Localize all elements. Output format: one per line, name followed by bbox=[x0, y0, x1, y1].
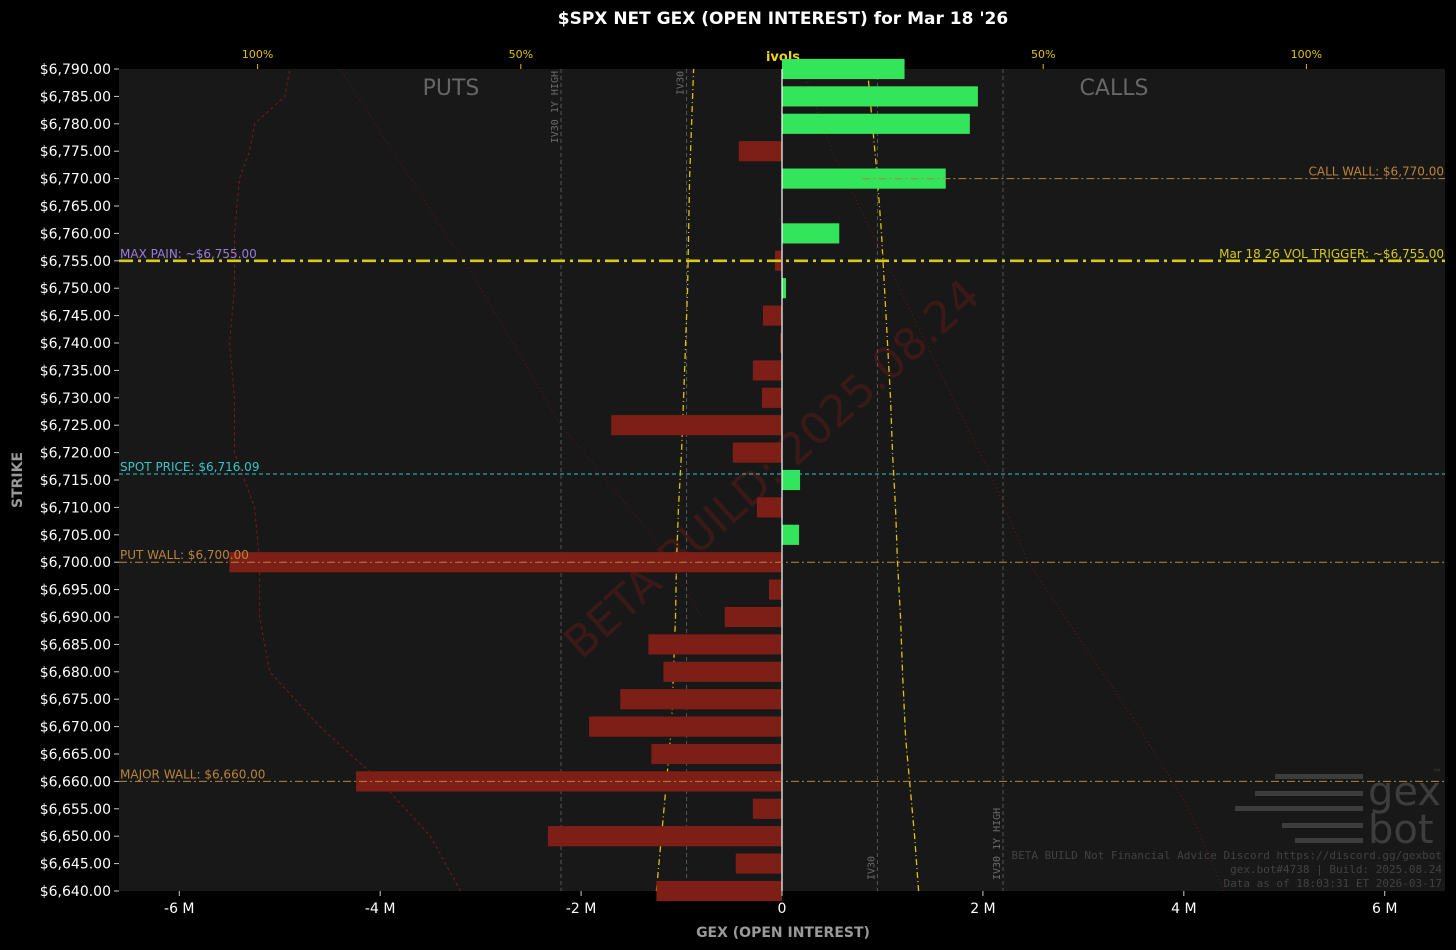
top-tick-label: 50% bbox=[1031, 48, 1055, 61]
gex-bar-6715 bbox=[782, 469, 801, 491]
vertical-marker-label-2: IV30 bbox=[676, 71, 687, 95]
x-axis-label: GEX (OPEN INTEREST) bbox=[696, 925, 870, 941]
level-label-spot-price: SPOT PRICE: $6,716.09 bbox=[120, 460, 259, 474]
x-tick-label: 0 bbox=[778, 901, 787, 917]
logo-stripe-2 bbox=[1255, 791, 1363, 796]
y-tick-label: $6,700.00 bbox=[40, 555, 111, 571]
gex-bar-6665 bbox=[651, 743, 782, 765]
gex-bar-6670 bbox=[589, 716, 782, 737]
gex-bar-6650 bbox=[547, 826, 782, 847]
y-tick-label: $6,645.00 bbox=[40, 857, 111, 873]
calls-label: CALLS bbox=[1080, 76, 1149, 101]
level-label-major-wall: MAJOR WALL: $6,660.00 bbox=[120, 767, 265, 781]
gex-bar-6690 bbox=[724, 606, 782, 628]
gex-bar-6720 bbox=[732, 442, 782, 463]
y-tick-label: $6,755.00 bbox=[40, 254, 111, 270]
logo-trademark: ™ bbox=[1432, 768, 1442, 779]
y-tick-label: $6,660.00 bbox=[40, 774, 111, 790]
gex-chart: $SPX NET GEX (OPEN INTEREST) for Mar 18 … bbox=[0, 0, 1456, 950]
level-label-put-wall: PUT WALL: $6,700.00 bbox=[120, 548, 249, 562]
y-tick-label: $6,655.00 bbox=[40, 802, 111, 818]
y-tick-label: $6,745.00 bbox=[40, 309, 111, 325]
top-tick-label: 100% bbox=[242, 48, 273, 61]
y-tick-label: $6,670.00 bbox=[40, 720, 111, 736]
y-tick-label: $6,765.00 bbox=[40, 199, 111, 215]
y-tick-label: $6,775.00 bbox=[40, 144, 111, 160]
gex-bar-6750 bbox=[782, 278, 787, 299]
vertical-marker-label-3: IV30 bbox=[866, 856, 877, 880]
gex-bar-6695 bbox=[768, 579, 782, 600]
gex-bar-6685 bbox=[648, 634, 782, 655]
y-tick-label: $6,785.00 bbox=[40, 89, 111, 105]
gex-bar-6790 bbox=[782, 58, 905, 80]
x-tick-label: 6 M bbox=[1372, 901, 1397, 917]
y-tick-label: $6,715.00 bbox=[40, 473, 111, 489]
y-tick-label: $6,665.00 bbox=[40, 747, 111, 763]
top-tick-label: 50% bbox=[509, 48, 533, 61]
y-tick-label: $6,770.00 bbox=[40, 172, 111, 188]
y-tick-label: $6,760.00 bbox=[40, 226, 111, 242]
y-tick-label: $6,695.00 bbox=[40, 583, 111, 599]
gex-bar-6705 bbox=[782, 524, 800, 545]
y-tick-label: $6,640.00 bbox=[40, 884, 111, 900]
y-tick-label: $6,705.00 bbox=[40, 528, 111, 544]
gex-bar-6735 bbox=[752, 360, 782, 381]
x-tick-label: -4 M bbox=[365, 901, 396, 917]
gex-bar-6645 bbox=[735, 853, 782, 874]
footer-line-1: BETA BUILD Not Financial Advice Discord … bbox=[1012, 849, 1442, 862]
y-tick-label: $6,790.00 bbox=[40, 62, 111, 78]
y-axis-label: STRIKE bbox=[10, 452, 26, 508]
y-tick-label: $6,735.00 bbox=[40, 363, 111, 379]
logo-stripe-5 bbox=[1295, 838, 1363, 843]
y-tick-label: $6,720.00 bbox=[40, 446, 111, 462]
y-tick-label: $6,680.00 bbox=[40, 665, 111, 681]
logo-stripe-1 bbox=[1275, 774, 1363, 779]
y-tick-label: $6,690.00 bbox=[40, 610, 111, 626]
y-tick-label: $6,675.00 bbox=[40, 692, 111, 708]
level-label-call-wall: CALL WALL: $6,770.00 bbox=[1309, 165, 1445, 179]
x-tick-label: -2 M bbox=[566, 901, 597, 917]
gex-bar-6745 bbox=[762, 305, 782, 326]
footer-line-3: Data as of 18:03:31 ET 2026-03-17 bbox=[1223, 877, 1442, 890]
vertical-marker-label-1: IV30 1Y HIGH bbox=[992, 808, 1003, 880]
footer-line-2: gex.bot#4738 | Build: 2025.08.24 bbox=[1230, 863, 1442, 876]
y-tick-label: $6,750.00 bbox=[40, 281, 111, 297]
top-tick-label: 100% bbox=[1291, 48, 1322, 61]
y-tick-label: $6,730.00 bbox=[40, 391, 111, 407]
y-tick-label: $6,725.00 bbox=[40, 418, 111, 434]
chart-title: $SPX NET GEX (OPEN INTEREST) for Mar 18 … bbox=[558, 9, 1008, 29]
logo-stripe-4 bbox=[1282, 823, 1363, 828]
x-tick-label: 4 M bbox=[1171, 901, 1196, 917]
gex-bar-6710 bbox=[756, 497, 782, 518]
puts-label: PUTS bbox=[423, 76, 480, 101]
gex-bar-6640 bbox=[656, 880, 782, 902]
logo-text-bot: bot bbox=[1368, 807, 1434, 853]
gex-bar-6725 bbox=[611, 415, 782, 436]
gex-bar-6675 bbox=[620, 689, 782, 710]
level-label-vol-trigger: Mar 18 26 VOL TRIGGER: ~$6,755.00 bbox=[1219, 247, 1444, 261]
x-tick-label: -6 M bbox=[164, 901, 195, 917]
x-tick-label: 2 M bbox=[970, 901, 995, 917]
y-tick-label: $6,740.00 bbox=[40, 336, 111, 352]
y-tick-label: $6,710.00 bbox=[40, 500, 111, 516]
y-tick-label: $6,650.00 bbox=[40, 829, 111, 845]
gex-bar-6780 bbox=[782, 113, 970, 134]
gex-bar-6775 bbox=[738, 141, 782, 162]
gex-bar-6760 bbox=[782, 223, 840, 244]
gex-bar-6680 bbox=[663, 661, 782, 682]
gex-bar-6785 bbox=[782, 86, 978, 107]
y-tick-label: $6,780.00 bbox=[40, 117, 111, 133]
y-tick-label: $6,685.00 bbox=[40, 637, 111, 653]
gex-bar-6655 bbox=[752, 798, 782, 819]
level-label-max-pain: MAX PAIN: ~$6,755.00 bbox=[120, 247, 257, 261]
gex-bar-6730 bbox=[761, 387, 782, 408]
vertical-marker-label-0: IV30 1Y HIGH bbox=[550, 71, 561, 143]
logo-stripe-3 bbox=[1235, 806, 1363, 811]
